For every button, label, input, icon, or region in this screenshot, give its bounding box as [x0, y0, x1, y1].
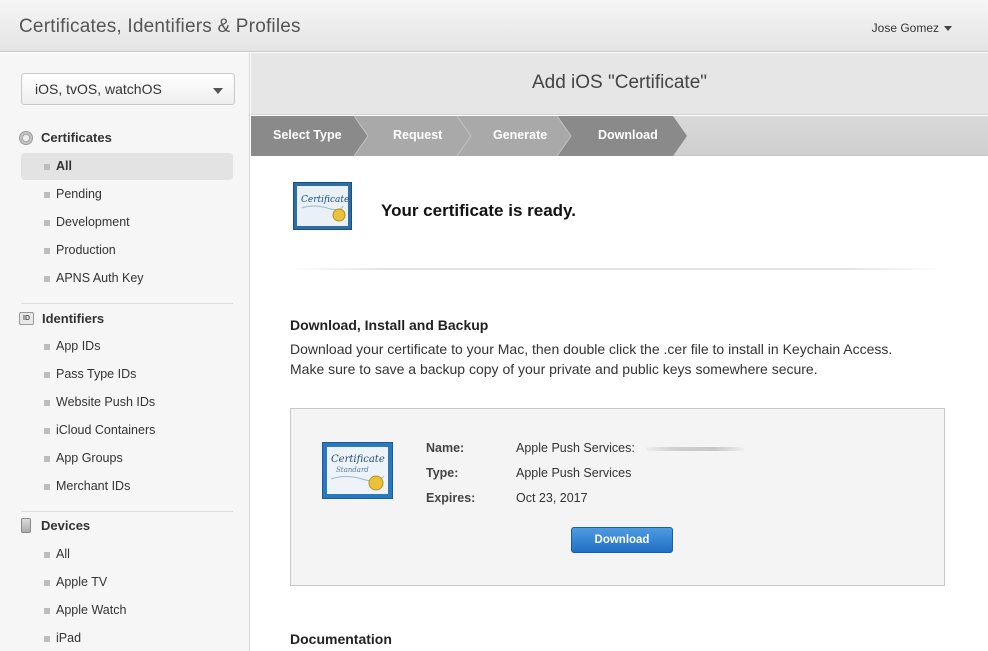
page-header: Add iOS "Certificate"	[251, 53, 988, 115]
bullet-icon	[44, 276, 50, 282]
sidebar-item-label: Development	[56, 215, 130, 229]
sidebar-item-apns-auth-key[interactable]: APNS Auth Key	[21, 265, 233, 292]
bullet-icon	[44, 456, 50, 462]
redacted-name	[646, 447, 744, 451]
bullet-icon	[44, 484, 50, 490]
user-name: Jose Gomez	[871, 21, 939, 35]
sidebar-item-development[interactable]: Development	[21, 209, 233, 236]
sidebar-item-label: Pass Type IDs	[56, 367, 137, 381]
divider	[289, 268, 946, 270]
sidebar: iOS, tvOS, watchOS Certificates All Pend…	[0, 53, 250, 651]
section-title: Certificates	[41, 130, 112, 145]
step-download: Download	[598, 128, 658, 142]
sidebar-item-label: Pending	[56, 187, 102, 201]
sidebar-item-production[interactable]: Production	[21, 237, 233, 264]
app-title: Certificates, Identifiers & Profiles	[19, 16, 301, 37]
divider	[21, 303, 233, 304]
bullet-icon	[44, 372, 50, 378]
platform-select-value: iOS, tvOS, watchOS	[35, 81, 162, 97]
phone-device-icon	[21, 518, 31, 533]
bullet-icon	[44, 164, 50, 170]
name-label: Name:	[426, 441, 465, 455]
sidebar-item-label: Merchant IDs	[56, 479, 131, 493]
top-header: Certificates, Identifiers & Profiles Jos…	[0, 0, 988, 52]
certificate-details-box: Certificate Standard Name: Apple Push Se…	[290, 408, 945, 586]
sidebar-item-label: App IDs	[56, 339, 101, 353]
sidebar-item-label: iCloud Containers	[56, 423, 156, 437]
certificate-standard-subtitle: Standard	[336, 466, 369, 474]
bullet-icon	[44, 220, 50, 226]
sidebar-item-pass-type-ids[interactable]: Pass Type IDs	[21, 361, 233, 388]
user-menu[interactable]: Jose Gomez	[872, 21, 952, 35]
sidebar-item-certificates-all[interactable]: All	[21, 153, 233, 180]
certificate-standard-title: Certificate	[331, 454, 385, 465]
sidebar-item-app-groups[interactable]: App Groups	[21, 445, 233, 472]
sidebar-item-app-ids[interactable]: App IDs	[21, 333, 233, 360]
sidebar-item-label: APNS Auth Key	[56, 271, 144, 285]
documentation-title: Documentation	[290, 631, 392, 647]
sidebar-item-pending[interactable]: Pending	[21, 181, 233, 208]
sidebar-item-label: Apple TV	[56, 575, 108, 589]
section-certificates: Certificates	[19, 130, 112, 145]
sidebar-item-label: Production	[56, 243, 116, 257]
sidebar-item-apple-watch[interactable]: Apple Watch	[21, 597, 233, 624]
sidebar-item-label: Website Push IDs	[56, 395, 156, 409]
chevron-down-icon	[944, 25, 952, 31]
bullet-icon	[44, 248, 50, 254]
expires-label: Expires:	[426, 491, 476, 505]
section-devices: Devices	[19, 518, 90, 533]
sidebar-item-label: iPad	[56, 631, 82, 645]
sidebar-item-devices-all[interactable]: All	[21, 541, 233, 568]
sidebar-item-merchant-ids[interactable]: Merchant IDs	[21, 473, 233, 500]
step-progress-bar: Select Type Request Generate Download	[251, 116, 988, 156]
sidebar-item-label: All	[56, 547, 70, 561]
section-title: Identifiers	[42, 311, 105, 326]
ready-message: Your certificate is ready.	[381, 201, 576, 220]
name-value: Apple Push Services:	[516, 441, 635, 455]
bullet-icon	[44, 400, 50, 406]
step-select-type: Select Type	[273, 128, 342, 142]
certificate-icon: Certificate	[293, 182, 352, 230]
certificate-standard-icon: Certificate Standard	[322, 442, 393, 499]
bullet-icon	[44, 552, 50, 558]
sidebar-item-label: All	[56, 159, 72, 173]
sidebar-item-website-push-ids[interactable]: Website Push IDs	[21, 389, 233, 416]
download-section-title: Download, Install and Backup	[290, 317, 489, 333]
bullet-icon	[44, 344, 50, 350]
chevron-down-icon	[213, 88, 223, 94]
step-generate: Generate	[493, 128, 548, 142]
sidebar-item-label: Apple Watch	[56, 603, 127, 617]
download-button[interactable]: Download	[571, 527, 673, 553]
section-title: Devices	[41, 518, 91, 533]
bullet-icon	[44, 608, 50, 614]
sidebar-item-icloud-containers[interactable]: iCloud Containers	[21, 417, 233, 444]
page-title: Add iOS "Certificate"	[531, 72, 708, 93]
sidebar-item-label: App Groups	[56, 451, 123, 465]
step-request: Request	[393, 128, 443, 142]
section-identifiers: ID Identifiers	[19, 311, 104, 326]
sidebar-item-ipad[interactable]: iPad	[21, 625, 233, 651]
type-value: Apple Push Services	[516, 466, 632, 480]
expires-value: Oct 23, 2017	[516, 491, 588, 505]
bullet-icon	[44, 636, 50, 642]
download-section-description: Download your certificate to your Mac, t…	[290, 341, 893, 377]
certificate-icon-title: Certificate	[301, 195, 349, 205]
bullet-icon	[44, 428, 50, 434]
main-content: Add iOS "Certificate" Select Type Reques…	[251, 53, 988, 651]
certificate-seal-icon	[19, 130, 33, 145]
bullet-icon	[44, 192, 50, 198]
divider	[21, 511, 233, 512]
platform-select[interactable]: iOS, tvOS, watchOS	[21, 73, 235, 105]
sidebar-item-apple-tv[interactable]: Apple TV	[21, 569, 233, 596]
bullet-icon	[44, 580, 50, 586]
id-badge-icon: ID	[19, 312, 34, 325]
type-label: Type:	[426, 466, 459, 480]
